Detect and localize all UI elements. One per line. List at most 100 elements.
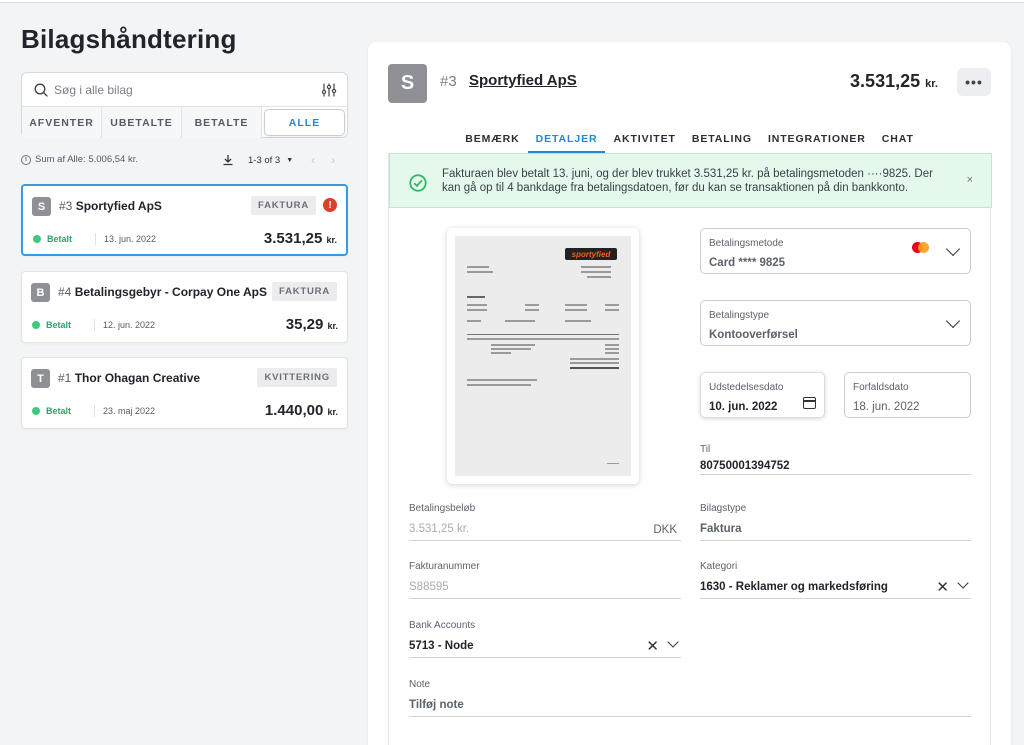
bill-card[interactable]: S #3 Sportyfied ApS FAKTURA ! Betalt 13.… (21, 184, 348, 256)
payment-method-label: Betalingsmetode (709, 238, 784, 249)
bill-amount: 3.531,25 kr. (264, 230, 337, 247)
category-select[interactable]: Kategori 1630 - Reklamer og markedsførin… (700, 561, 971, 599)
doc-type-field[interactable]: Bilagstype Faktura (700, 503, 971, 541)
status-badge: Betalt (32, 320, 71, 330)
payment-type-select[interactable]: Betalingstype Kontooverførsel (700, 300, 971, 346)
avatar: T (31, 369, 50, 388)
search-row (22, 73, 347, 107)
clear-category-icon[interactable]: ✕ (936, 578, 949, 596)
amount-label: Betalingsbeløb (409, 503, 476, 514)
bill-name: Sportyfied ApS (75, 199, 162, 213)
payment-type-value: Kontooverførsel (709, 329, 798, 341)
top-bar (0, 0, 1024, 3)
issue-date-field[interactable]: Udstedelsesdato 10. jun. 2022 (700, 372, 825, 418)
amount-currency: kr. (327, 321, 338, 331)
bank-accounts-select[interactable]: Bank Accounts 5713 - Node ✕ (409, 620, 681, 658)
doc-type-label: Bilagstype (700, 503, 747, 514)
avatar: S (32, 197, 51, 216)
bill-number: #1 (58, 371, 72, 385)
page-title: Bilagshåndtering (21, 24, 237, 54)
bill-date: 12. jun. 2022 (94, 319, 155, 331)
pager-range[interactable]: 1-3 of 3 (248, 155, 280, 166)
issue-date-label: Udstedelsesdato (709, 382, 784, 393)
bill-name: Thor Ohagan Creative (74, 371, 201, 385)
status-badge: Betalt (33, 234, 72, 244)
amount-currency: kr. (925, 78, 938, 90)
note-label: Note (409, 679, 431, 690)
chevron-down-icon (945, 313, 961, 329)
payment-method-value: Card **** 9825 (709, 257, 786, 269)
calendar-icon[interactable] (803, 397, 816, 409)
bill-title: #4 Betalingsgebyr - Corpay One ApS (58, 285, 267, 299)
doc-type-value: Faktura (700, 523, 742, 535)
amount-input-value: 3.531,25 kr. (409, 523, 470, 535)
invoice-preview[interactable]: sportyfied (447, 228, 639, 484)
to-value: 80750001394752 (700, 460, 790, 472)
tab-bemaerk[interactable]: BEMÆRK (457, 130, 527, 153)
to-field[interactable]: Til 80750001394752 (700, 444, 971, 475)
amount-currency: kr. (327, 407, 338, 417)
invoice-number-value: S88595 (409, 581, 449, 593)
sum-line: i Sum af Alle: 5.006,54 kr. (21, 154, 138, 165)
filter-tab-betalte[interactable]: BETALTE (182, 107, 262, 138)
invoice-number-label: Fakturanummer (409, 561, 480, 572)
download-icon[interactable] (222, 154, 234, 166)
clear-bank-account-icon[interactable]: ✕ (646, 637, 659, 655)
success-banner: Fakturaen blev betalt 13. juni, og der b… (389, 153, 992, 208)
close-icon[interactable]: × (967, 174, 973, 186)
mastercard-icon (912, 242, 930, 254)
sportyfied-logo: sportyfied (565, 248, 617, 260)
invoice-number-field[interactable]: Fakturanummer S88595 (409, 561, 681, 599)
avatar: B (31, 283, 50, 302)
payment-method-select[interactable]: Betalingsmetode Card **** 9825 (700, 228, 971, 274)
due-date-field[interactable]: Forfaldsdato 18. jun. 2022 (844, 372, 971, 418)
bill-amount: 35,29 kr. (286, 316, 338, 333)
tab-aktivitet[interactable]: AKTIVITET (605, 130, 683, 153)
check-circle-icon (409, 174, 427, 192)
bank-accounts-label: Bank Accounts (409, 620, 476, 631)
chevron-down-icon (945, 241, 961, 257)
filter-tab-ubetalte[interactable]: UBETALTE (102, 107, 182, 138)
type-badge: FAKTURA (272, 282, 337, 301)
bill-amount: 1.440,00 kr. (265, 402, 338, 419)
amount-field[interactable]: Betalingsbeløb 3.531,25 kr. DKK (409, 503, 681, 541)
tab-integrationer[interactable]: INTEGRATIONER (760, 130, 874, 153)
search-filter-box: AFVENTER UBETALTE BETALTE ALLE (21, 72, 348, 138)
bank-accounts-value: 5713 - Node (409, 640, 474, 652)
due-date-value: 18. jun. 2022 (853, 401, 920, 413)
status-badge: Betalt (32, 406, 71, 416)
status-text: Betalt (46, 406, 72, 416)
bill-date: 13. jun. 2022 (95, 233, 156, 245)
paid-dot-icon (32, 321, 40, 329)
avatar: S (388, 64, 427, 103)
filter-tab-afventer[interactable]: AFVENTER (22, 107, 102, 138)
invoice-paper: sportyfied (455, 236, 631, 476)
bill-card[interactable]: T #1 Thor Ohagan Creative KVITTERING Bet… (21, 357, 348, 429)
paid-dot-icon (32, 407, 40, 415)
detail-amount: 3.531,25 kr. (850, 71, 938, 92)
category-value: 1630 - Reklamer og markedsføring (700, 581, 888, 593)
next-page-icon[interactable]: › (331, 153, 335, 167)
tab-chat[interactable]: CHAT (874, 130, 922, 153)
note-field[interactable]: Note Tilføj note (409, 679, 971, 717)
bill-number: #3 (59, 199, 73, 213)
tab-detaljer[interactable]: DETALJER (527, 130, 606, 153)
detail-tabs: BEMÆRK DETALJER AKTIVITET BETALING INTEG… (368, 130, 1011, 153)
detail-title[interactable]: Sportyfied ApS (469, 72, 577, 89)
amount-currency: kr. (326, 235, 337, 245)
info-icon: i (21, 154, 31, 165)
search-icon (34, 83, 48, 97)
issue-date-value: 10. jun. 2022 (709, 401, 778, 413)
filter-sliders-icon[interactable] (321, 82, 337, 98)
caret-down-icon[interactable]: ▼ (286, 157, 293, 164)
category-label: Kategori (700, 561, 738, 572)
status-text: Betalt (47, 234, 73, 244)
search-input[interactable] (54, 80, 314, 100)
prev-page-icon[interactable]: ‹ (311, 153, 315, 167)
bill-card[interactable]: B #4 Betalingsgebyr - Corpay One ApS FAK… (21, 271, 348, 343)
amount-currency: DKK (653, 524, 677, 536)
more-options-button[interactable]: ••• (957, 68, 991, 96)
tab-betaling[interactable]: BETALING (684, 130, 760, 153)
detail-number: #3 (440, 73, 457, 90)
filter-tab-alle[interactable]: ALLE (264, 109, 345, 136)
